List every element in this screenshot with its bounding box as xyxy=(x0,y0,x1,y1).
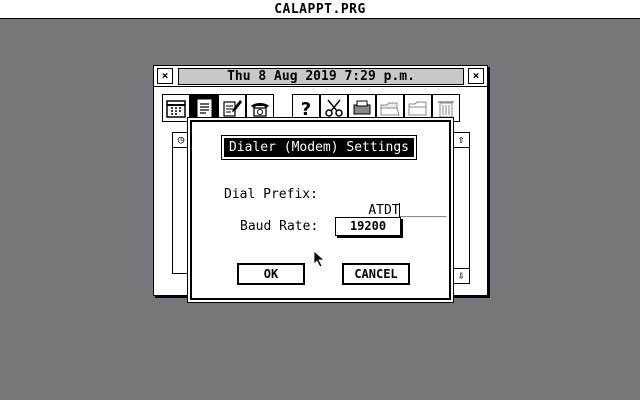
calendar-icon[interactable] xyxy=(162,94,190,122)
scroll-down-arrow-icon[interactable]: ⇩ xyxy=(453,268,469,283)
scroll-up-arrow-icon[interactable]: ⇧ xyxy=(453,133,469,148)
dial-prefix-value[interactable]: ATDT xyxy=(368,203,399,218)
left-panel: ◷ xyxy=(172,132,190,274)
window-title[interactable]: Thu 8 Aug 2019 7:29 p.m. xyxy=(178,68,464,85)
dialog-title: Dialer (Modem) Settings xyxy=(221,135,417,160)
dialer-settings-dialog: Dialer (Modem) Settings Dial Prefix: ATD… xyxy=(190,120,451,300)
telephone-icon[interactable] xyxy=(246,94,274,122)
close-box-icon[interactable]: × xyxy=(157,68,173,84)
pencil-icon[interactable] xyxy=(218,94,246,122)
folder-icon[interactable] xyxy=(404,94,432,122)
fuller-box-icon[interactable]: × xyxy=(468,68,484,84)
baud-rate-label: Baud Rate: xyxy=(240,219,319,234)
cancel-button[interactable]: CANCEL xyxy=(342,263,410,285)
trash-icon[interactable] xyxy=(432,94,460,122)
help-icon[interactable]: ? xyxy=(292,94,320,122)
ok-button[interactable]: OK xyxy=(237,263,305,285)
clock-icon[interactable]: ◷ xyxy=(173,133,189,148)
dial-prefix-label: Dial Prefix: xyxy=(224,187,318,202)
printer-icon[interactable] xyxy=(348,94,376,122)
folder-open-icon[interactable] xyxy=(376,94,404,122)
toolbar: ? xyxy=(154,92,487,122)
app-title: CALAPPT.PRG xyxy=(274,2,366,17)
window-title-bar[interactable]: × Thu 8 Aug 2019 7:29 p.m. × xyxy=(154,66,487,87)
mouse-pointer-icon xyxy=(313,250,325,268)
app-title-bar: CALAPPT.PRG xyxy=(0,0,640,19)
scissors-icon[interactable] xyxy=(320,94,348,122)
dial-prefix-blank[interactable]: ______ xyxy=(400,203,447,218)
svg-text:?: ? xyxy=(301,99,311,119)
vertical-scrollbar[interactable]: ⇧ ⇩ xyxy=(452,132,470,284)
notepad-icon[interactable] xyxy=(190,94,218,122)
baud-rate-selector[interactable]: 19200 xyxy=(335,217,401,236)
